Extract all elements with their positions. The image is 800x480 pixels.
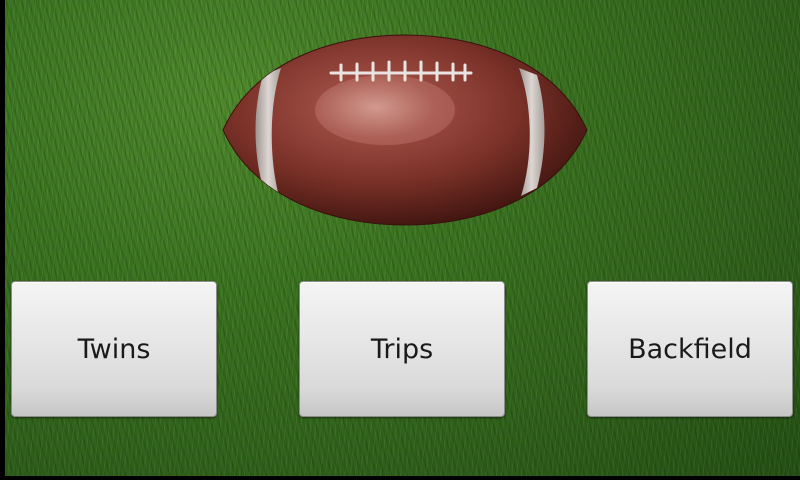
backfield-button-label: Backfield bbox=[628, 333, 752, 365]
trips-button[interactable]: Trips bbox=[299, 281, 505, 417]
app-screen: Twins Trips Backfield bbox=[0, 0, 800, 480]
twins-button-label: Twins bbox=[77, 333, 151, 365]
trips-button-label: Trips bbox=[370, 333, 434, 365]
backfield-button[interactable]: Backfield bbox=[587, 281, 793, 417]
screen-edge-bottom bbox=[0, 476, 800, 480]
twins-button[interactable]: Twins bbox=[11, 281, 217, 417]
screen-edge-left bbox=[0, 0, 5, 480]
football-icon bbox=[222, 34, 588, 226]
